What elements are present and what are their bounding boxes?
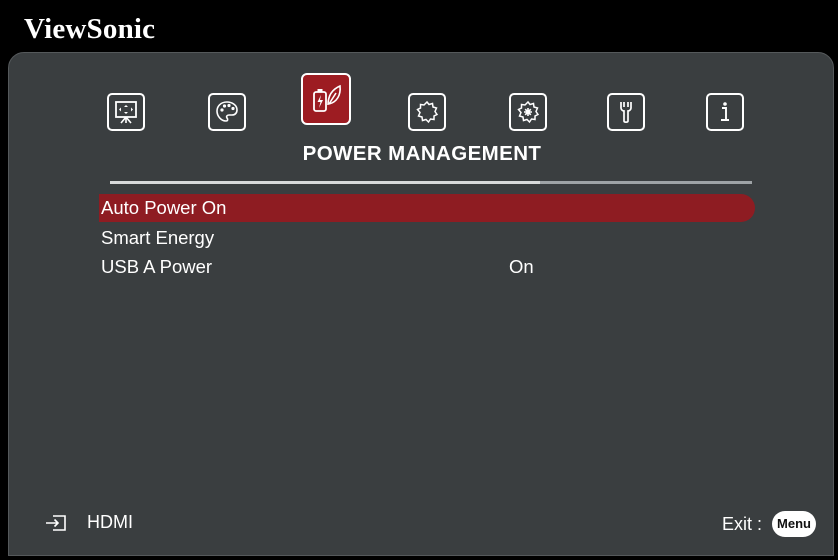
basic-settings-icon <box>416 100 439 124</box>
color-palette-icon <box>216 101 238 122</box>
tab-tool[interactable] <box>607 93 645 131</box>
tab-color[interactable] <box>208 93 246 131</box>
title-divider <box>110 181 752 184</box>
menu-item-usb-a-power[interactable]: USB A Power On <box>99 253 755 281</box>
menu-item-value: On <box>509 256 534 277</box>
menu-item-label: Auto Power On <box>101 197 227 218</box>
brand-logo: ViewSonic <box>24 13 156 45</box>
menu-item-label: Smart Energy <box>101 227 215 248</box>
tab-advanced[interactable] <box>509 93 547 131</box>
tab-power-management[interactable] <box>301 73 351 125</box>
power-management-icon <box>313 84 341 112</box>
tab-basic[interactable] <box>408 93 446 131</box>
information-icon <box>721 102 729 121</box>
menu-item-label: USB A Power <box>101 256 213 277</box>
tool-icon <box>620 102 632 123</box>
display-icon <box>115 101 137 124</box>
advanced-settings-icon <box>517 100 540 124</box>
input-source-indicator: HDMI <box>45 512 133 533</box>
menu-item-smart-energy[interactable]: Smart Energy <box>99 224 755 252</box>
osd-menu-panel: POWER MANAGEMENT Auto Power On Smart Ene… <box>8 52 834 556</box>
tab-information[interactable] <box>706 93 744 131</box>
section-title: POWER MANAGEMENT <box>302 142 542 165</box>
exit-hint: Exit : Menu <box>722 511 816 537</box>
input-source-icon <box>46 514 66 531</box>
menu-key-badge[interactable]: Menu <box>772 511 816 537</box>
tab-display[interactable] <box>107 93 145 131</box>
exit-label: Exit : <box>722 513 763 534</box>
input-source-label: HDMI <box>87 512 133 532</box>
menu-item-auto-power-on[interactable]: Auto Power On <box>99 194 755 222</box>
